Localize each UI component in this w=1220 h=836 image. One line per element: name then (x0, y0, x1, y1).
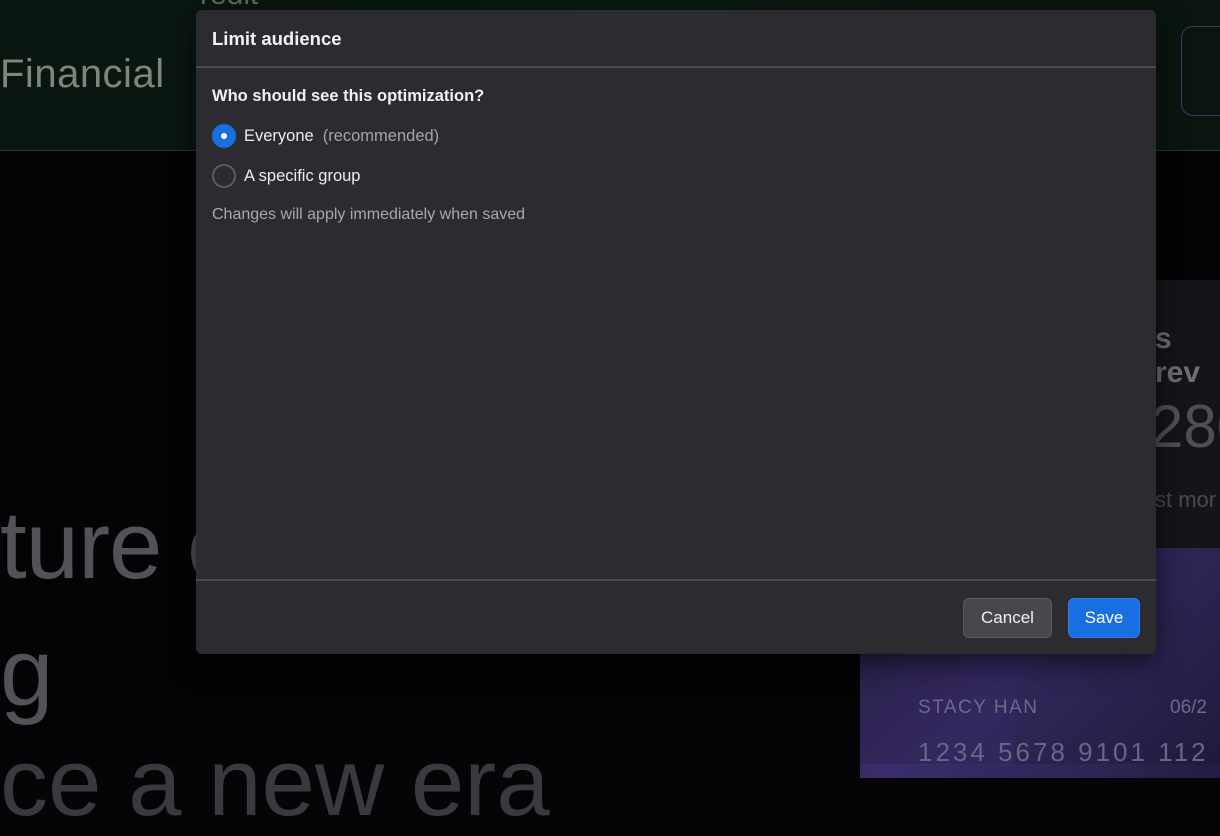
dialog-title: Limit audience (212, 28, 342, 49)
option-specific-group[interactable]: A specific group (212, 164, 360, 188)
radio-everyone-selected[interactable] (212, 124, 236, 148)
option-everyone-note: (recommended) (322, 126, 440, 145)
cancel-button[interactable]: Cancel (963, 598, 1052, 638)
option-specific-group-label: A specific group (244, 166, 361, 185)
header-divider (196, 66, 1156, 68)
save-button[interactable]: Save (1068, 598, 1140, 638)
option-everyone[interactable]: Everyone (recommended) (212, 124, 439, 148)
audience-question: Who should see this optimization? (212, 87, 485, 105)
option-everyone-label: Everyone (244, 126, 314, 145)
footer-divider (196, 579, 1156, 581)
helper-text: Changes will apply immediately when save… (212, 206, 526, 223)
limit-audience-dialog: Limit audience Who should see this optim… (196, 10, 1156, 654)
radio-specific-group[interactable] (212, 164, 236, 188)
